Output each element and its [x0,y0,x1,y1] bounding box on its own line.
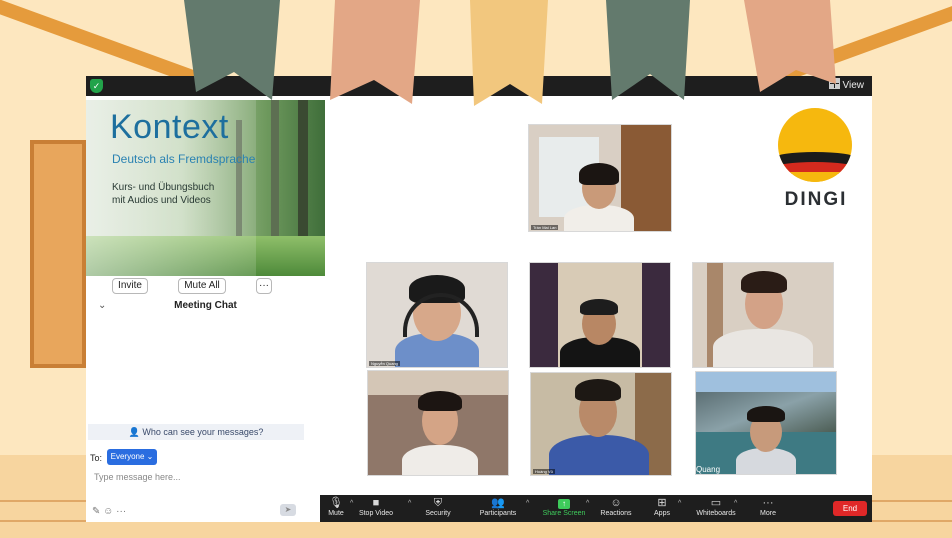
slide-line: mit Audios und Videos [112,195,211,206]
to-label: To: [90,453,103,463]
participant-body [549,435,649,475]
participant-body [564,205,634,231]
participant-body [736,448,796,474]
video-tile[interactable]: Nguyễn Quang [366,262,508,368]
chevron-down-icon: ⌄ [146,452,154,461]
video-tile[interactable] [692,262,834,368]
recipient-dropdown[interactable]: Everyone ⌄ [107,449,157,465]
people-icon: 👥 [491,497,505,509]
invite-button[interactable]: Invite [112,278,148,294]
participant-hair [580,299,618,315]
chat-input[interactable]: Type message here... [94,472,181,482]
participant-hair [579,163,619,185]
slide-title: Kontext [110,108,229,146]
more-button[interactable]: ··· More [746,497,790,517]
participant-body [402,445,478,475]
participants-more-button[interactable]: ··· [256,278,272,294]
dingi-logo [778,108,852,182]
share-screen-button[interactable]: ↑ Share Screen [542,497,586,517]
shared-slide: Kontext Deutsch als Fremdsprache Kurs- u… [86,100,325,276]
background-door [30,140,86,368]
slide-line: Kurs- und Übungsbuch [112,182,215,193]
participant-name: Hoàng Vũ [533,469,555,474]
whiteboards-button[interactable]: ▭ Whiteboards [694,497,738,517]
whiteboard-icon: ▭ [710,497,722,509]
share-screen-icon: ↑ [542,497,586,510]
chevron-up-icon[interactable]: ^ [586,500,589,507]
participant-name: Trần Mai Lan [531,225,559,230]
participant-hair [747,406,785,422]
chat-more-button[interactable]: ··· [116,506,126,517]
emoji-icon[interactable]: ☺ [103,506,113,517]
meeting-toolbar: 🎙 Mute ^ ■ Stop Video ^ ⛨ Security 👥 Partici… [320,495,872,522]
pennant-green [606,0,690,100]
chevron-up-icon[interactable]: ^ [734,500,737,507]
video-tile[interactable] [367,370,509,476]
participant-hair [418,391,462,411]
bunting [184,0,836,106]
chevron-up-icon[interactable]: ^ [408,500,411,507]
stop-video-button[interactable]: ■ Stop Video [354,497,398,517]
participant-name: Quang [696,465,721,474]
video-tile[interactable]: Hoàng Vũ [530,372,672,476]
reactions-button[interactable]: ☺ Reactions [594,497,638,517]
participant-hair [575,379,621,401]
slide-subtitle: Deutsch als Fremdsprache [112,152,256,166]
participants-button[interactable]: 👥 Participants [476,497,520,517]
participant-name: Nguyễn Quang [369,361,400,366]
end-meeting-button[interactable]: End [833,501,867,516]
chat-tools: ✎ ☺ ··· [92,506,126,517]
pennant-peach [744,0,836,92]
pennant-peach [330,0,420,104]
reaction-icon: ☺ [610,497,622,509]
security-button[interactable]: ⛨ Security [416,497,460,517]
chat-title: Meeting Chat [174,300,237,311]
video-camera-icon: ■ [372,497,380,509]
mute-all-button[interactable]: Mute All [178,278,226,294]
participant-hair [741,271,787,293]
more-icon: ··· [762,497,774,509]
pennant-sand [470,0,548,106]
send-icon[interactable]: ➤ [280,504,296,516]
participant-body [713,329,813,367]
person-lock-icon: 👤 [128,427,143,437]
chevron-up-icon[interactable]: ^ [678,500,681,507]
video-tile[interactable]: Quang [695,371,837,475]
video-tile[interactable] [529,262,671,368]
who-can-see-banner[interactable]: 👤 Who can see your messages? [88,424,304,440]
video-tile[interactable]: Trần Mai Lan [528,124,672,232]
logo-stripe-gold [778,172,852,182]
format-icon[interactable]: ✎ [92,506,100,517]
chevron-up-icon[interactable]: ^ [350,500,353,507]
chevron-up-icon[interactable]: ^ [526,500,529,507]
pennant-green [184,0,280,100]
zoom-window: ✓ View Kontext Deutsch als Fremdsprache … [86,76,872,522]
logo-text: DINGI [784,189,848,210]
shield-icon: ⛨ [433,497,443,509]
